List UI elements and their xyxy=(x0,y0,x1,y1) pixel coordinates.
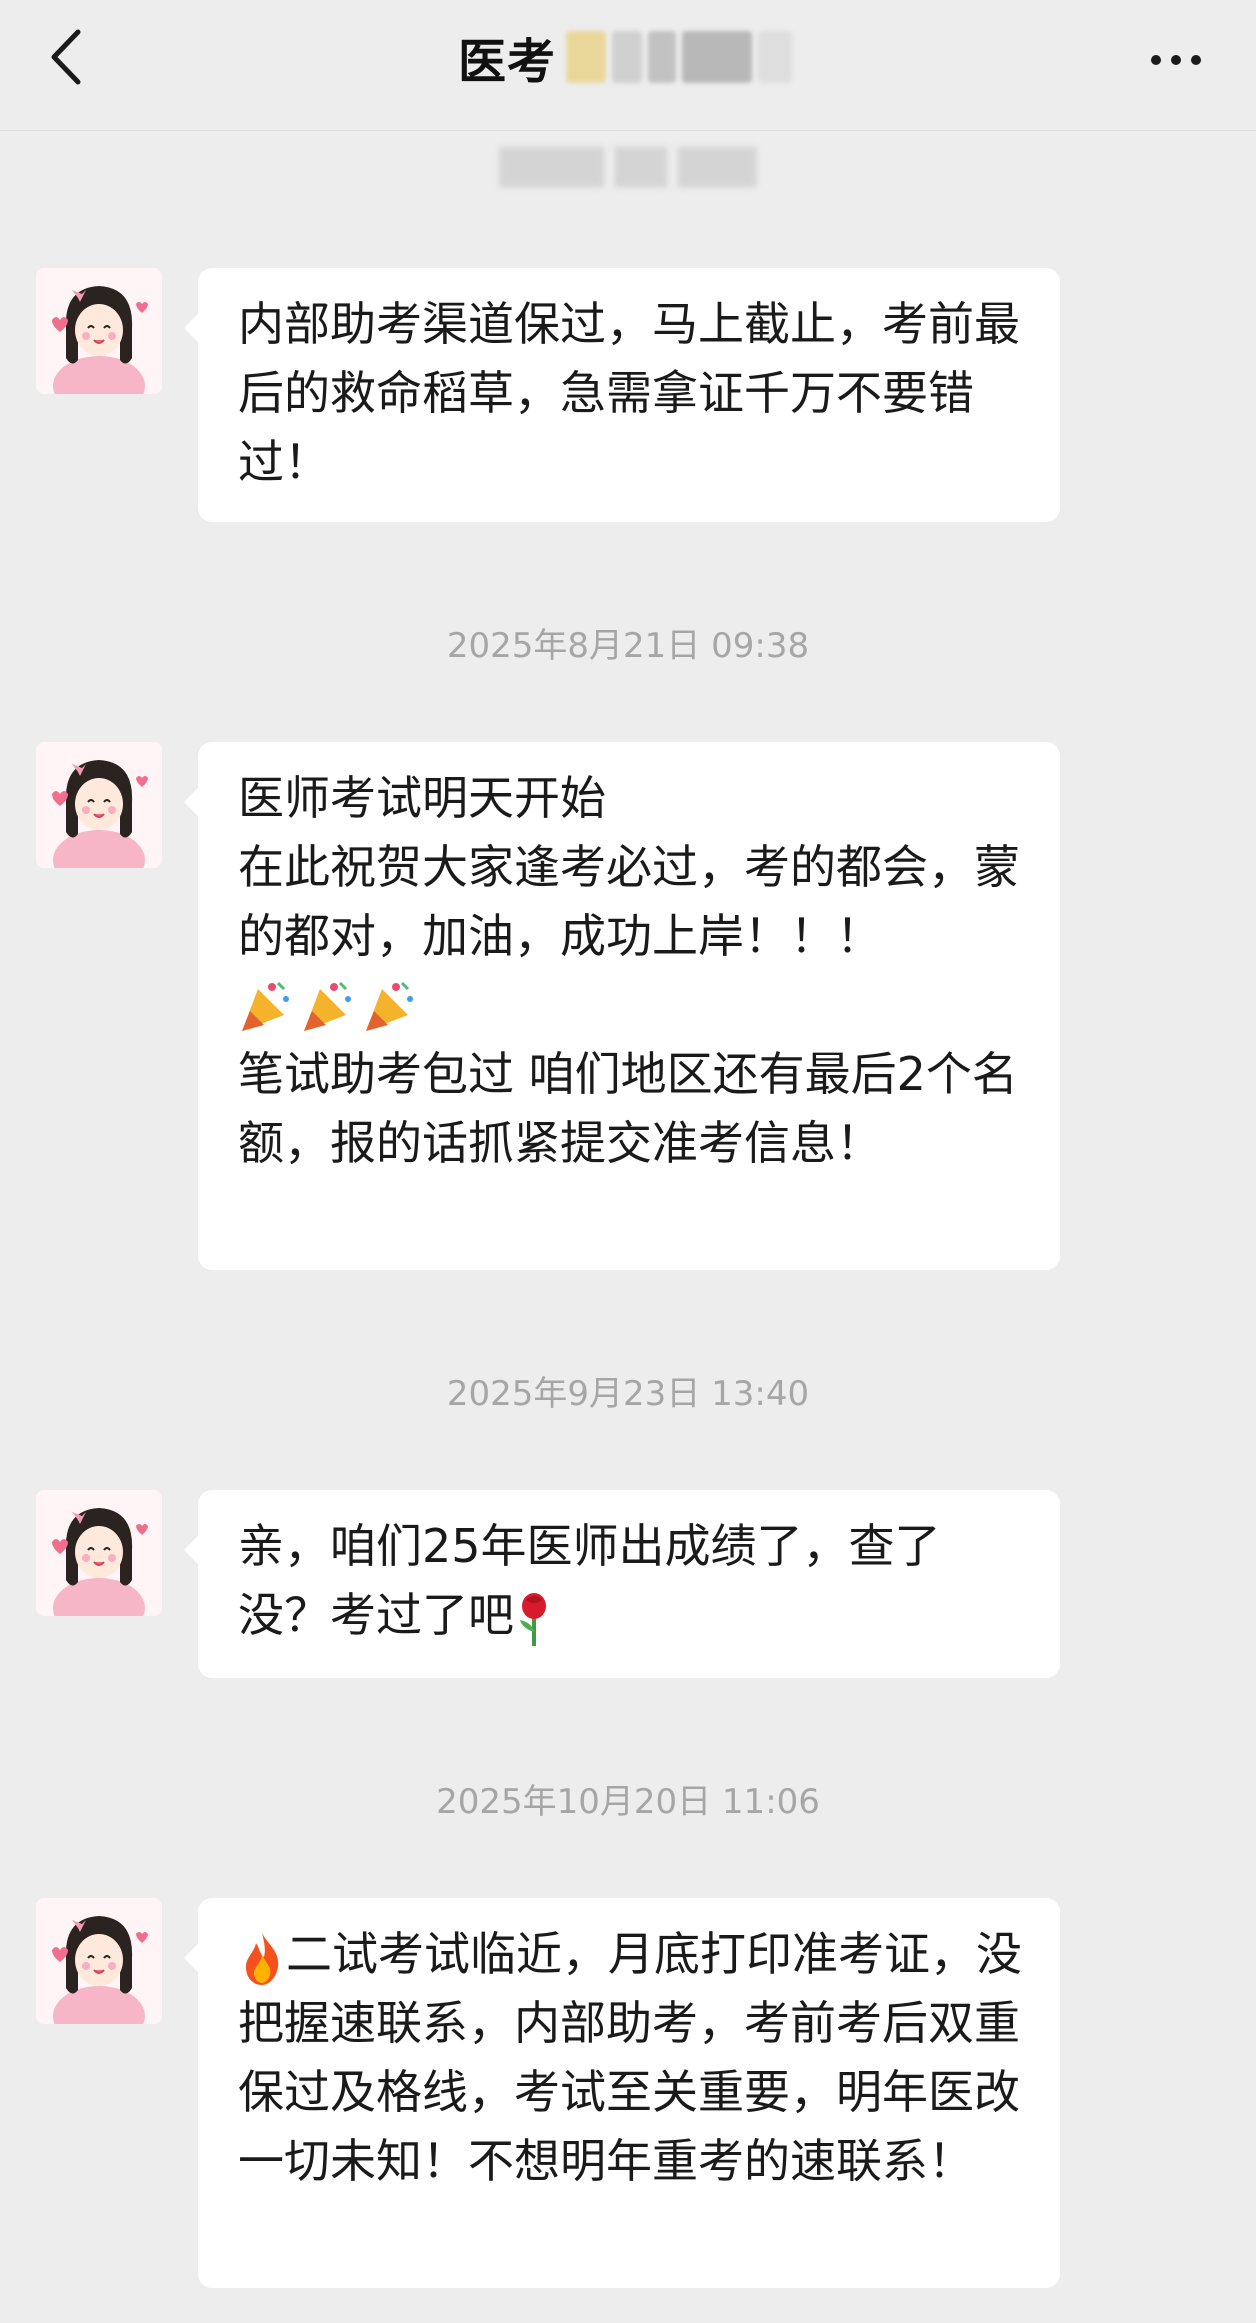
rose-icon xyxy=(520,1592,546,1646)
message-text: 笔试助考包过 咱们地区还有最后2个名额，报的话抓紧提交准考信息！ xyxy=(238,1047,1018,1170)
chat-title-text: 医考 xyxy=(457,34,556,90)
emoji-row xyxy=(238,971,1024,1040)
sender-avatar[interactable] xyxy=(36,268,162,394)
message-bubble[interactable]: 内部助考渠道保过，马上截止，考前最后的救命稻草，急需拿证千万不要错过！ xyxy=(184,268,1060,522)
party-popper-icon xyxy=(242,981,413,1031)
message-text: 亲，咱们25年医师出成绩了，查了没？考过了吧 xyxy=(238,1512,1024,1650)
message-timestamp: 2025年8月21日 09:38 xyxy=(446,626,810,666)
message-text-body: 二试考试临近，月底打印准考证，没把握速联系，内部助考，考前考后双重保过及格线，考… xyxy=(238,1927,1022,2188)
message-bubble[interactable]: 亲，咱们25年医师出成绩了，查了没？考过了吧 xyxy=(184,1490,1060,1678)
sender-avatar[interactable] xyxy=(36,1490,162,1616)
more-button[interactable] xyxy=(1136,22,1216,92)
message-text: 医师考试明天开始 在此祝贺大家逢考必过，考的都会，蒙的都对，加油，成功上岸！！！ xyxy=(238,771,1020,963)
fire-icon xyxy=(246,1932,279,1985)
message-timestamp: 2025年10月20日 11:06 xyxy=(436,1782,820,1822)
message-bubble[interactable]: 二试考试临近，月底打印准考证，没把握速联系，内部助考，考前考后双重保过及格线，考… xyxy=(184,1898,1060,2288)
chat-title: 医考 xyxy=(0,22,1256,92)
message-text-body: 亲，咱们25年医师出成绩了，查了没？考过了吧 xyxy=(238,1519,941,1642)
redacted-name xyxy=(566,29,798,85)
hidden-timestamp: ████ ██ ███ xyxy=(499,148,757,188)
sender-avatar[interactable] xyxy=(36,1898,162,2024)
message-bubble[interactable]: 医师考试明天开始 在此祝贺大家逢考必过，考的都会，蒙的都对，加油，成功上岸！！！ xyxy=(184,742,1060,1270)
more-horizontal-icon xyxy=(1151,55,1201,65)
message-timestamp: 2025年9月23日 13:40 xyxy=(446,1374,810,1414)
chat-header: 医考 xyxy=(0,0,1256,131)
message-text: 内部助考渠道保过，马上截止，考前最后的救命稻草，急需拿证千万不要错过！ xyxy=(238,297,1020,489)
message-text: 二试考试临近，月底打印准考证，没把握速联系，内部助考，考前考后双重保过及格线，考… xyxy=(238,1920,1024,2196)
sender-avatar[interactable] xyxy=(36,742,162,868)
